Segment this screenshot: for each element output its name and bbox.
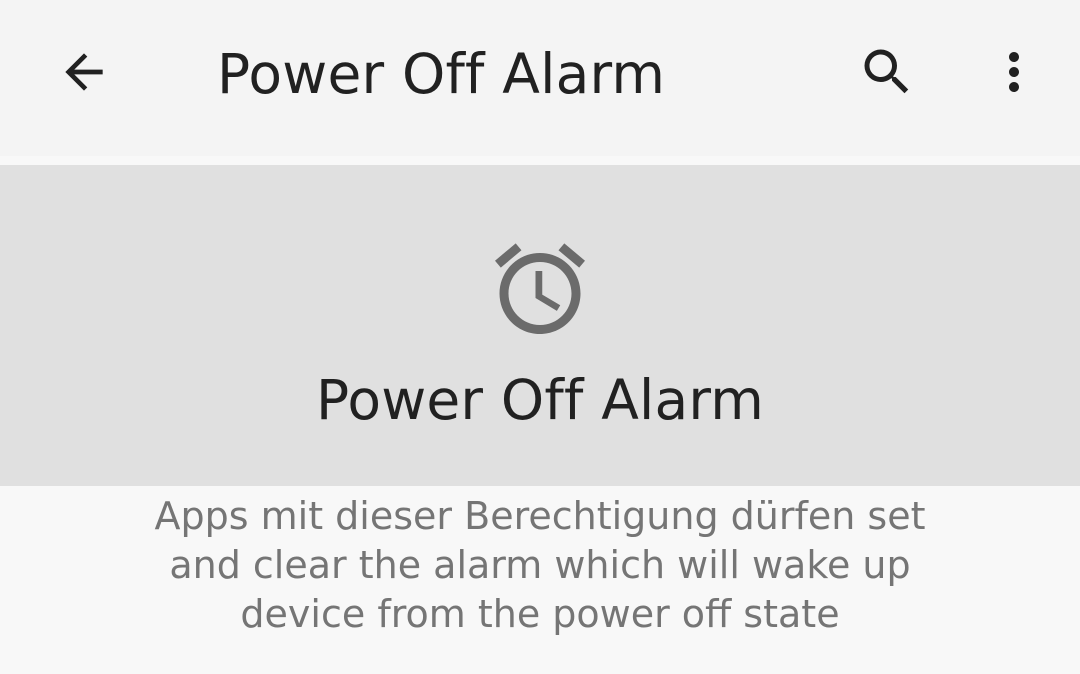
- search-icon: [864, 49, 909, 94]
- back-button[interactable]: [36, 24, 132, 120]
- arrow-back-icon: [65, 53, 103, 91]
- permission-title: Power Off Alarm: [315, 368, 765, 432]
- more-options-button[interactable]: [966, 24, 1062, 120]
- permission-hero: Power Off Alarm: [0, 165, 1080, 486]
- permission-description: Apps mit dieser Berechtigung dürfen set …: [154, 494, 926, 636]
- app-bar: Power Off Alarm: [0, 0, 1080, 156]
- search-button[interactable]: [839, 24, 935, 120]
- more-vert-icon: [1009, 52, 1019, 92]
- alarm-clock-icon: [495, 243, 585, 334]
- header-divider: [0, 156, 1080, 165]
- app-bar-title: Power Off Alarm: [217, 42, 666, 106]
